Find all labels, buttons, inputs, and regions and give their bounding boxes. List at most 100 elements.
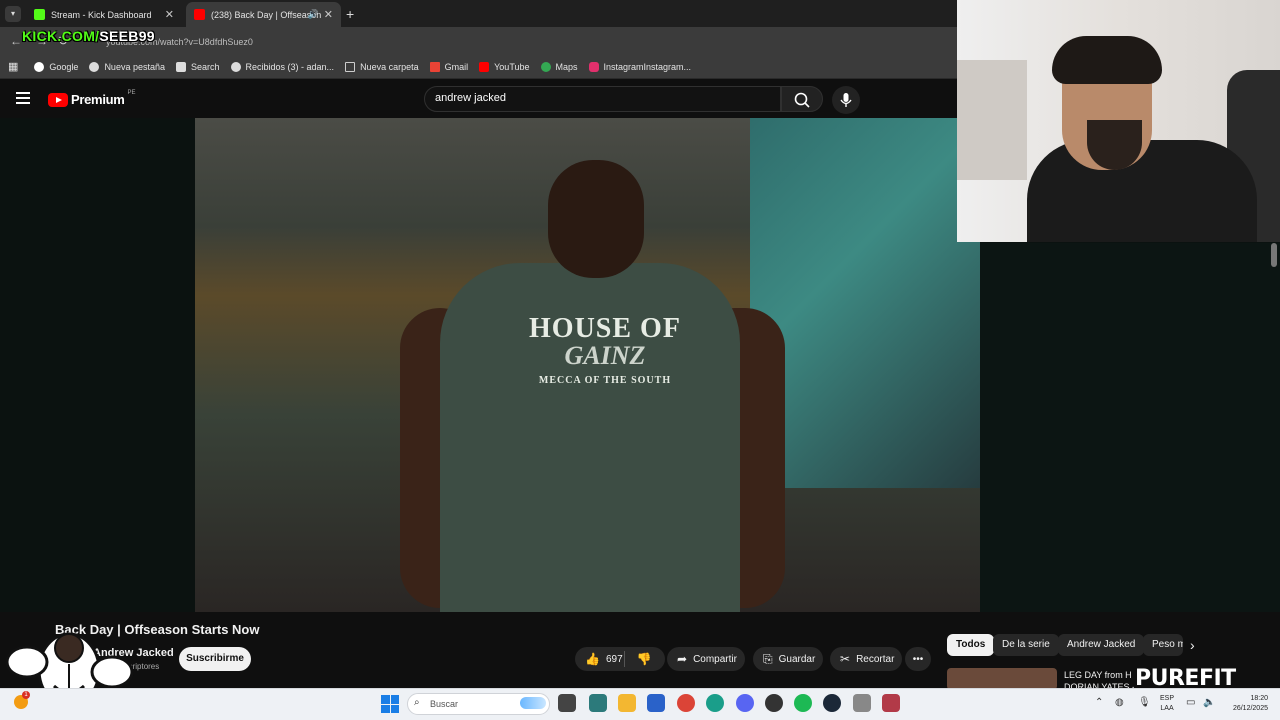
bookmark-label: Google <box>49 61 79 72</box>
obs-app-icon[interactable] <box>765 694 783 712</box>
tab-search-button[interactable]: ▾ <box>5 6 21 22</box>
discord-app-icon[interactable] <box>736 694 754 712</box>
apps-grid-icon[interactable]: ▦ <box>8 60 18 73</box>
streamer-hair <box>1052 36 1162 84</box>
kick-favicon-icon <box>34 9 45 20</box>
share-icon: ➦ <box>677 652 688 666</box>
notification-badge: 1 <box>22 691 30 699</box>
bookmark-search[interactable]: Search <box>175 61 220 72</box>
tab-kick-dashboard[interactable]: Stream - Kick Dashboard ✕ <box>26 2 182 27</box>
rec-title-line: LEG DAY from H <box>1064 670 1132 680</box>
keyboard-layout: LAA <box>1160 705 1174 712</box>
shirt-line-3: MECCA OF THE SOUTH <box>538 375 672 386</box>
youtube-premium-logo[interactable]: Premium PE <box>48 89 136 107</box>
search-button[interactable] <box>781 86 823 112</box>
like-icon[interactable]: 👍 <box>585 652 600 666</box>
shirt-print: HOUSE OF GAINZ MECCA OF THE SOUTH <box>505 313 705 386</box>
chevron-up-icon[interactable]: ⌃ <box>1095 697 1103 708</box>
language-indicator[interactable]: ESP LAA <box>1160 694 1174 714</box>
search-icon <box>794 92 810 108</box>
share-button[interactable]: ➦ Compartir <box>667 647 745 671</box>
microphone-icon[interactable]: 🎙 <box>1138 697 1151 708</box>
misc-app-icon[interactable] <box>853 694 871 712</box>
file-app-icon[interactable] <box>558 694 576 712</box>
new-tab-button[interactable]: + <box>346 6 354 22</box>
divider <box>624 651 625 667</box>
close-tab-icon[interactable]: ✕ <box>324 8 333 21</box>
like-count[interactable]: 697 <box>606 654 623 665</box>
steam-app-icon[interactable] <box>823 694 841 712</box>
record-app-icon[interactable] <box>882 694 900 712</box>
chip-peso[interactable]: Peso m <box>1143 634 1183 656</box>
chrome-app-icon[interactable] <box>677 694 695 712</box>
bookmark-label: Maps <box>555 61 578 72</box>
bookmark-label: Recibidos (3) - adan... <box>245 61 335 72</box>
bookmark-label: Nueva carpeta <box>360 61 419 72</box>
clip-button[interactable]: ✂ Recortar <box>830 647 902 671</box>
bookmark-youtube[interactable]: YouTube <box>479 61 530 72</box>
search-icon <box>175 61 186 72</box>
instagram-icon <box>588 61 599 72</box>
bookmark-google[interactable]: Google <box>34 61 79 72</box>
overlay-slug: SEEB99 <box>99 28 155 44</box>
system-clock[interactable]: 18:20 26/12/2025 <box>1224 694 1268 714</box>
speaker-icon[interactable]: 🔈 <box>1203 697 1215 708</box>
youtube-icon <box>479 61 490 72</box>
close-tab-icon[interactable]: ✕ <box>165 8 174 21</box>
maps-pin-icon <box>540 61 551 72</box>
bookmark-inbox[interactable]: Recibidos (3) - adan... <box>230 61 335 72</box>
network-icon[interactable]: ◍ <box>1115 697 1124 708</box>
chip-all[interactable]: Todos <box>947 634 995 656</box>
voice-search-button[interactable] <box>832 86 860 114</box>
globe-icon <box>89 61 100 72</box>
folder-app-icon[interactable] <box>618 694 636 712</box>
google-icon <box>34 61 45 72</box>
bookmark-folder[interactable]: Nueva carpeta <box>345 61 419 72</box>
scissors-icon: ✂ <box>840 652 851 666</box>
search-input[interactable]: andrew jacked <box>424 86 781 112</box>
bookmark-label: InstagramInstagram... <box>603 61 692 72</box>
bookmark-maps[interactable]: Maps <box>540 61 578 72</box>
spotify-app-icon[interactable] <box>794 694 812 712</box>
chevron-right-icon[interactable]: › <box>1190 637 1195 653</box>
stream-url-overlay: KICK.COM/SEEB99 <box>22 28 155 44</box>
tab-title: (238) Back Day | Offseason <box>211 9 322 20</box>
logo-text: Premium <box>71 92 125 107</box>
clip-label: Recortar <box>856 653 895 665</box>
page-scrollbar[interactable] <box>1271 243 1277 267</box>
bookmark-label: Nueva pestaña <box>104 61 165 72</box>
dislike-icon[interactable]: 👎 <box>637 652 652 666</box>
search-icon: ⌕ <box>414 697 420 708</box>
language-code: ESP <box>1160 695 1175 702</box>
tab-youtube-video[interactable]: (238) Back Day | Offseason 🔊 ✕ <box>186 2 341 27</box>
ai-app-icon[interactable] <box>589 694 607 712</box>
more-actions-button[interactable]: ••• <box>905 647 931 671</box>
save-button[interactable]: ⎘ Guardar <box>753 647 823 671</box>
bookmark-new-tab[interactable]: Nueva pestaña <box>89 61 165 72</box>
person-head <box>548 160 644 278</box>
bookmark-gmail[interactable]: Gmail <box>429 61 469 72</box>
gmail-icon <box>429 61 440 72</box>
shirt-line-2: GAINZ <box>564 341 646 370</box>
folder-icon <box>345 61 356 72</box>
search-highlight-icon <box>520 697 546 709</box>
chip-series[interactable]: De la serie <box>993 634 1059 656</box>
store-app-icon[interactable] <box>647 694 665 712</box>
chip-channel[interactable]: Andrew Jacked <box>1058 634 1145 656</box>
tab-title: Stream - Kick Dashboard <box>51 9 152 20</box>
youtube-play-icon <box>48 92 68 107</box>
clock-time: 18:20 <box>1250 695 1268 702</box>
video-side-panel <box>980 243 1280 612</box>
region-code: PE <box>127 89 136 96</box>
bookmarks-bar: ▦ Google Nueva pestaña Search Recibidos … <box>0 55 957 79</box>
back-arrow-icon[interactable]: ← <box>10 34 22 48</box>
recommendation-thumbnail[interactable] <box>947 668 1057 690</box>
subscribe-button[interactable]: Suscribirme <box>179 647 251 671</box>
speaker-icon[interactable]: 🔊 <box>308 9 319 20</box>
start-button[interactable] <box>381 695 399 713</box>
edge-app-icon[interactable] <box>706 694 724 712</box>
menu-icon[interactable] <box>16 92 30 107</box>
bookmark-instagram[interactable]: InstagramInstagram... <box>588 61 692 72</box>
display-icon[interactable]: ▭ <box>1186 697 1195 708</box>
bookmark-label: Gmail <box>444 61 469 72</box>
